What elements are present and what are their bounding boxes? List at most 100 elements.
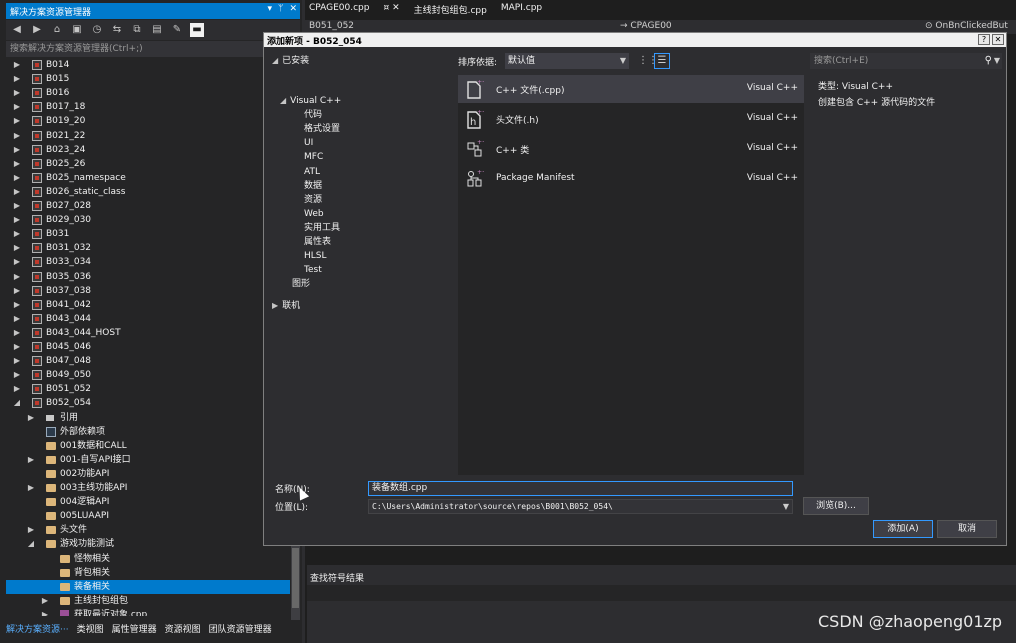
tab-class-view[interactable]: 类视图 xyxy=(77,622,104,636)
expand-arrow-icon[interactable]: ◢ xyxy=(26,537,36,551)
category-item[interactable]: ◢ Visual C++ xyxy=(280,94,341,108)
expand-arrow-icon[interactable]: ▶ xyxy=(12,312,22,326)
category-item[interactable]: 资源 xyxy=(304,193,322,207)
pin-icon[interactable]: ᛘ xyxy=(278,4,283,14)
expand-arrow-icon[interactable]: ▶ xyxy=(26,411,36,425)
show-all-files-icon[interactable]: ▤ xyxy=(150,23,164,37)
tab-mapi-cpp[interactable]: MAPI.cpp xyxy=(501,3,542,19)
template-item[interactable]: ++ C++ 文件(.cpp) Visual C++ xyxy=(458,75,804,103)
tree-item[interactable]: ▶ 引用 xyxy=(6,411,290,425)
tree-item[interactable]: 002功能API xyxy=(6,467,290,481)
category-item[interactable]: 实用工具 xyxy=(304,221,340,235)
tree-item[interactable]: 装备相关 xyxy=(6,579,290,594)
project-dropdown[interactable]: B051_052 xyxy=(309,21,354,31)
category-item[interactable]: 格式设置 xyxy=(304,122,340,136)
browse-button[interactable]: 浏览(B)... xyxy=(803,497,869,515)
switch-views-icon[interactable]: ▣ xyxy=(70,23,84,37)
expand-arrow-icon[interactable]: ▶ xyxy=(12,72,22,86)
tree-item[interactable]: ▶ 头文件 xyxy=(6,523,290,537)
tree-item[interactable]: ▶ B045_046 xyxy=(6,340,290,354)
category-item[interactable]: 图形 xyxy=(292,277,310,291)
tree-item[interactable]: ◢ B052_054 xyxy=(6,396,290,410)
member-dropdown[interactable]: ⊙ OnBnClickedBut xyxy=(925,21,1008,31)
expand-arrow-icon[interactable]: ▶ xyxy=(12,270,22,284)
tree-item[interactable]: ▶ B023_24 xyxy=(6,143,290,157)
tree-item[interactable]: ▶ B025_26 xyxy=(6,157,290,171)
tree-item[interactable]: ▶ B025_namespace xyxy=(6,171,290,185)
expand-arrow-icon[interactable]: ▶ xyxy=(12,129,22,143)
pending-changes-filter-icon[interactable]: ◷ xyxy=(90,23,104,37)
tree-item[interactable]: ▶ B043_044 xyxy=(6,312,290,326)
tree-item[interactable]: ▶ B029_030 xyxy=(6,213,290,227)
collapse-all-icon[interactable]: ⧉ xyxy=(130,23,144,37)
tree-item[interactable]: ▶ B017_18 xyxy=(6,100,290,114)
tab-property-manager[interactable]: 属性管理器 xyxy=(112,622,157,636)
tree-item[interactable]: 背包相关 xyxy=(6,566,290,580)
tab-packet-cpp[interactable]: 主线封包组包.cpp xyxy=(414,3,487,19)
tree-item[interactable]: ▶ B041_042 xyxy=(6,298,290,312)
expand-arrow-icon[interactable]: ▶ xyxy=(12,86,22,100)
category-item[interactable]: 代码 xyxy=(304,108,322,122)
expand-arrow-icon[interactable]: ▶ xyxy=(12,298,22,312)
expand-arrow-icon[interactable]: ▶ xyxy=(12,157,22,171)
expand-arrow-icon[interactable]: ▶ xyxy=(12,213,22,227)
tree-item[interactable]: ▶ B026_static_class xyxy=(6,185,290,199)
tree-item[interactable]: ▶ 主线封包组包 xyxy=(6,594,290,608)
category-item[interactable]: Web xyxy=(304,207,324,221)
tree-item[interactable]: ▶ B037_038 xyxy=(6,284,290,298)
expand-arrow-icon[interactable]: ▶ xyxy=(12,185,22,199)
expand-arrow-icon[interactable]: ▶ xyxy=(12,227,22,241)
template-item[interactable]: ++ Package Manifest Visual C++ xyxy=(458,165,804,193)
sync-icon[interactable]: ⇆ xyxy=(110,23,124,37)
tree-item[interactable]: ▶ B051_052 xyxy=(6,382,290,396)
preview-selected-icon[interactable]: ▬ xyxy=(190,23,204,37)
tree-item[interactable]: ▶ B031_032 xyxy=(6,241,290,255)
add-button[interactable]: 添加(A) xyxy=(873,520,933,538)
tab-cpage00-cpp[interactable]: CPAGE00.cpp xyxy=(309,3,369,19)
window-position-dropdown-icon[interactable]: ▾ xyxy=(268,4,273,14)
chevron-down-icon[interactable]: ▼ xyxy=(994,53,1000,69)
class-dropdown[interactable]: → CPAGE00 xyxy=(620,21,672,31)
tree-item[interactable]: ▶ B031 xyxy=(6,227,290,241)
search-icon[interactable]: ⚲ xyxy=(985,53,992,69)
expand-arrow-icon[interactable]: ▶ xyxy=(12,340,22,354)
properties-wrench-icon[interactable]: ✎ xyxy=(170,23,184,37)
back-icon[interactable]: ◀ xyxy=(10,23,24,37)
expand-arrow-icon[interactable]: ▶ xyxy=(12,199,22,213)
tab-close-controls[interactable]: ¤ ✕ xyxy=(383,3,399,19)
category-item[interactable]: MFC xyxy=(304,150,323,164)
tab-team-explorer[interactable]: 团队资源管理器 xyxy=(209,622,272,636)
tree-item[interactable]: ▶ B027_028 xyxy=(6,199,290,213)
tree-item[interactable]: 外部依赖项 xyxy=(6,425,290,439)
tab-solution-explorer[interactable]: 解决方案资源··· xyxy=(6,622,69,636)
tree-item[interactable]: 004逻辑API xyxy=(6,495,290,509)
cancel-button[interactable]: 取消 xyxy=(937,520,997,538)
installed-node[interactable]: ◢ 已安装 xyxy=(272,54,309,68)
expand-arrow-icon[interactable]: ▶ xyxy=(12,368,22,382)
dialog-close-button[interactable]: ✕ xyxy=(992,34,1004,45)
tree-item[interactable]: ▶ 获取最近对象.cpp xyxy=(6,608,290,616)
tree-item[interactable]: ▶ B049_050 xyxy=(6,368,290,382)
expand-arrow-icon[interactable]: ▶ xyxy=(12,326,22,340)
tree-item[interactable]: ▶ B021_22 xyxy=(6,129,290,143)
small-icons-view-icon[interactable]: ⋮⋮ xyxy=(638,54,658,68)
expand-arrow-icon[interactable]: ▶ xyxy=(12,382,22,396)
tree-item[interactable]: ▶ B035_036 xyxy=(6,270,290,284)
forward-icon[interactable]: ▶ xyxy=(30,23,44,37)
expand-arrow-icon[interactable]: ▶ xyxy=(12,354,22,368)
expand-arrow-icon[interactable]: ▶ xyxy=(12,143,22,157)
home-icon[interactable]: ⌂ xyxy=(50,23,64,37)
tree-item[interactable]: 怪物相关 xyxy=(6,552,290,566)
tree-item[interactable]: ◢ 游戏功能测试 xyxy=(6,537,290,551)
scrollbar-thumb[interactable] xyxy=(292,548,299,608)
expand-arrow-icon[interactable]: ▶ xyxy=(12,100,22,114)
solution-explorer-search-input[interactable]: 搜索解决方案资源管理器(Ctrl+;) xyxy=(6,41,300,57)
expand-arrow-icon[interactable]: ▶ xyxy=(12,58,22,72)
template-item[interactable]: ++ C++ 类 Visual C++ xyxy=(458,135,804,163)
category-item[interactable]: UI xyxy=(304,136,313,150)
expand-arrow-icon[interactable]: ▶ xyxy=(12,171,22,185)
expand-arrow-icon[interactable]: ▶ xyxy=(26,481,36,495)
template-search-input[interactable]: 搜索(Ctrl+E) ⚲ ▼ xyxy=(810,53,1002,69)
category-item[interactable]: 数据 xyxy=(304,179,322,193)
close-panel-icon[interactable]: ✕ xyxy=(289,4,297,14)
